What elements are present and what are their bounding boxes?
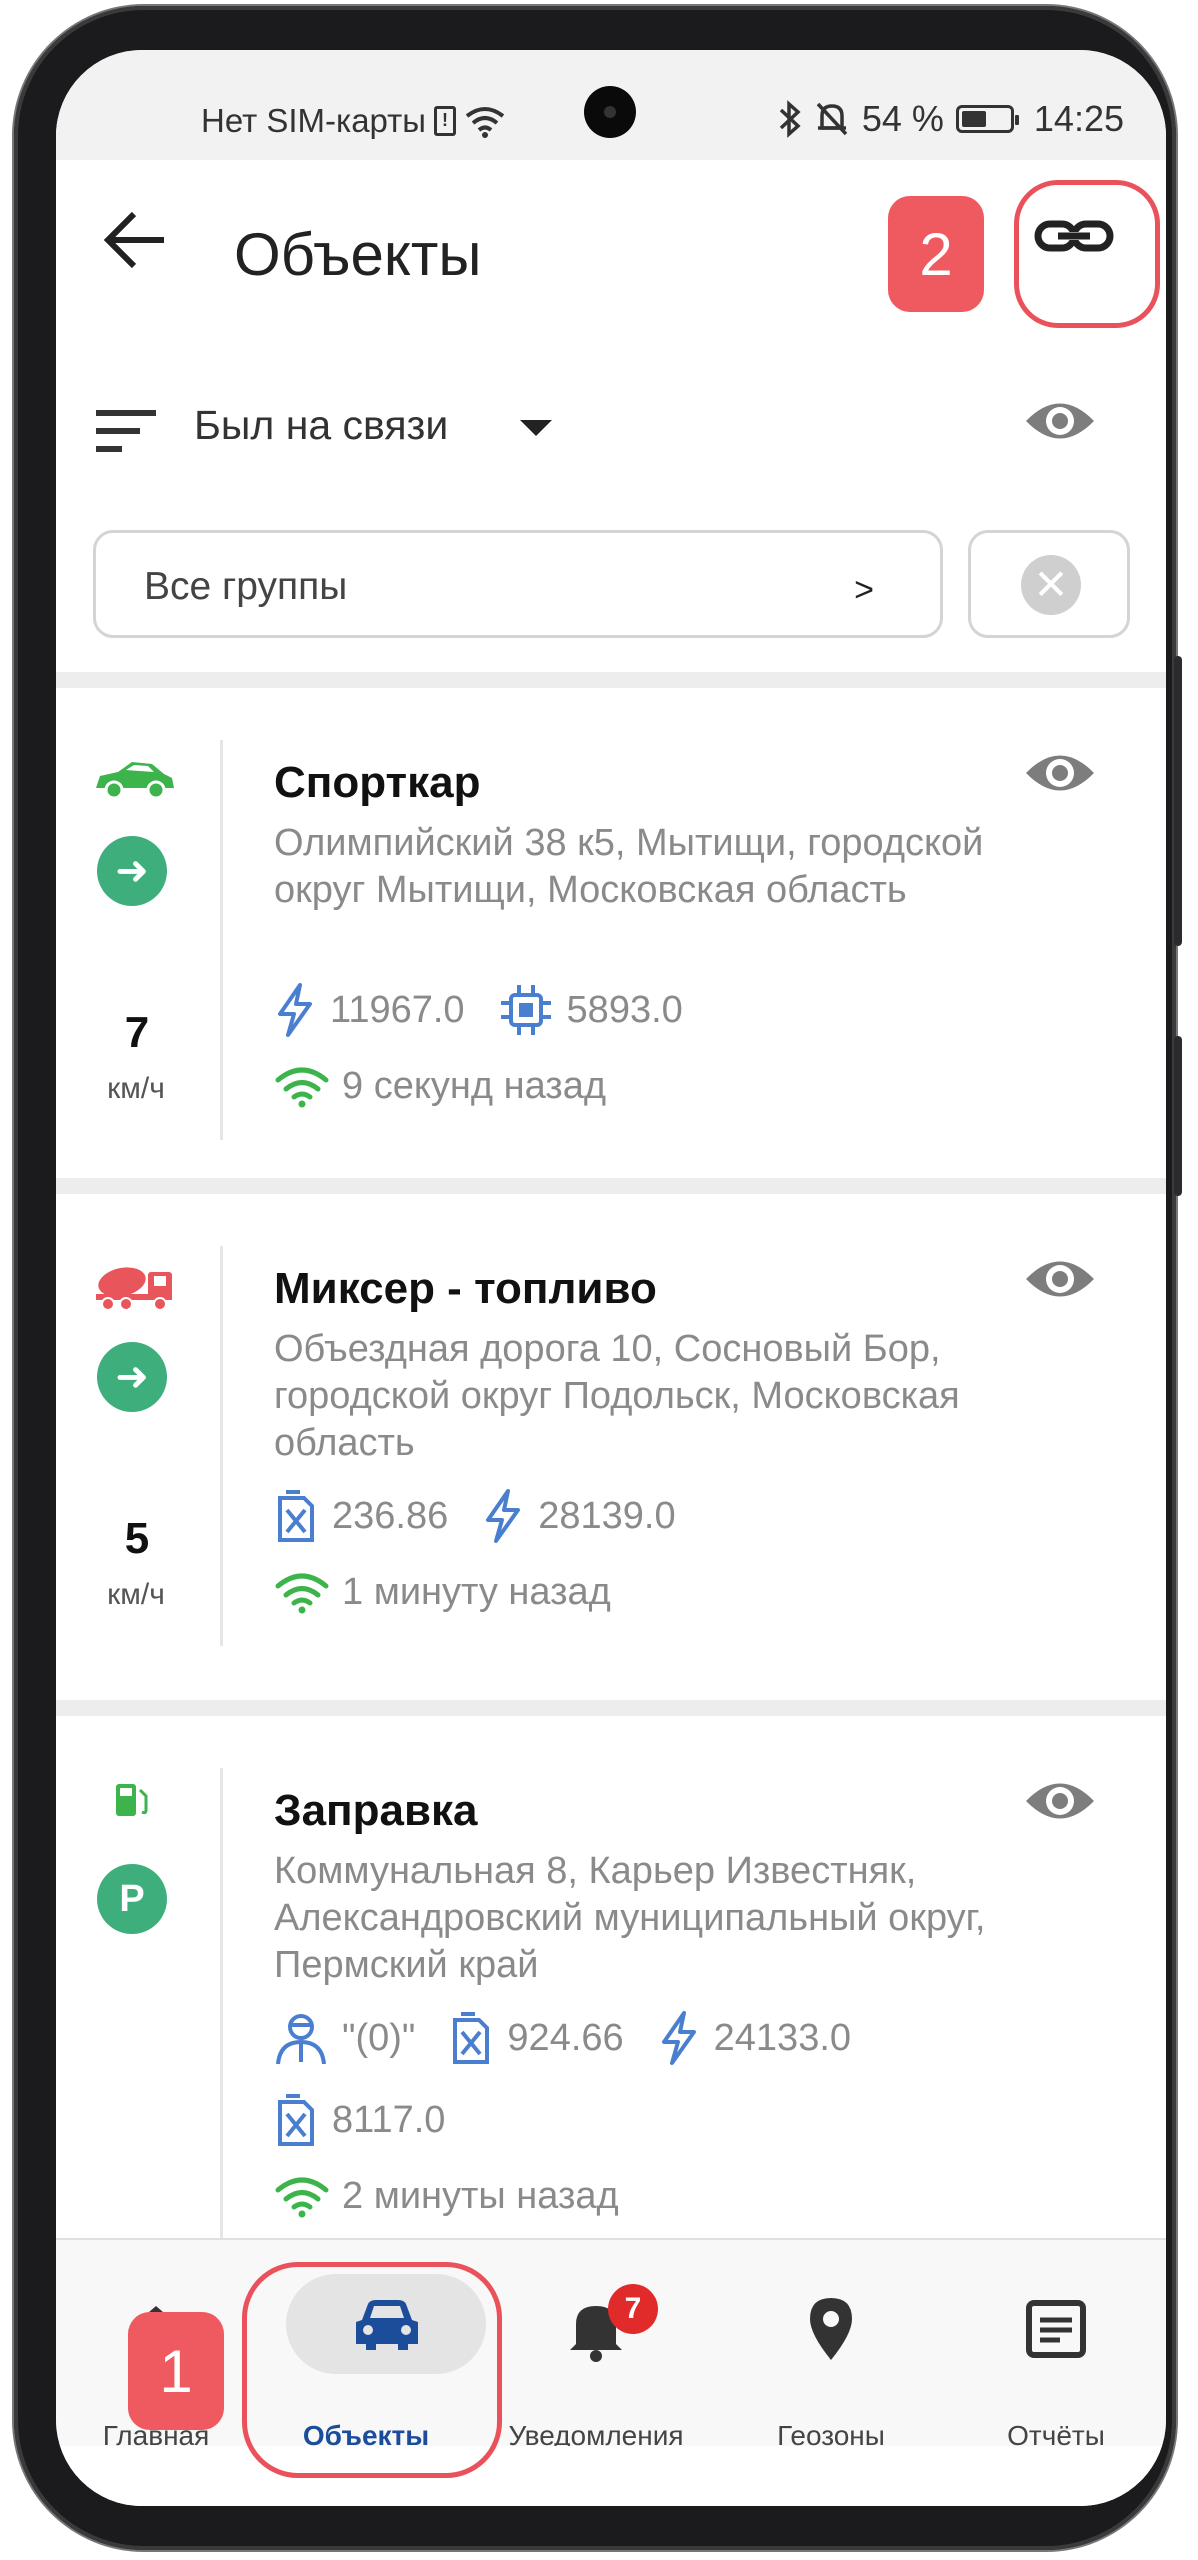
fuel-station-icon — [116, 1784, 148, 1816]
sensor-value: 24133.0 — [713, 2016, 852, 2059]
sensor-value: 28139.0 — [538, 1494, 676, 1537]
filter-row: Был на связи — [56, 390, 1166, 470]
object-address: Объездная дорога 10, Сосновый Бор, город… — [274, 1328, 960, 1464]
battery-percent: 54 % — [861, 98, 944, 139]
last-seen-text: 9 секунд назад — [342, 1064, 607, 1107]
app-header: Объекты 2 — [56, 160, 1166, 320]
front-camera — [584, 86, 636, 138]
last-seen-text: 2 минуты назад — [342, 2174, 619, 2217]
fuel-canister-icon — [278, 1490, 314, 1542]
battery-icon — [955, 105, 1019, 133]
driver-icon — [276, 2014, 326, 2065]
map-pin-icon — [810, 2298, 852, 2360]
bluetooth-icon — [779, 100, 801, 138]
sensor-value: 11967.0 — [330, 988, 465, 1031]
eye-icon[interactable] — [1024, 1254, 1096, 1304]
sensor-row: 8117.0 — [274, 2092, 465, 2148]
clear-filter-button[interactable]: ✕ — [968, 530, 1130, 638]
card-separator — [220, 1246, 223, 1646]
mixer-truck-icon — [96, 1267, 172, 1311]
last-seen-row: 2 минуты назад — [274, 2174, 619, 2218]
power-button — [1174, 1036, 1182, 1196]
highlight-objects-tab — [242, 2262, 502, 2478]
wifi-signal-icon — [275, 2177, 329, 2218]
fuel-canister-icon — [278, 2094, 314, 2146]
status-moving-icon: ➜ — [97, 836, 167, 906]
status-right: 54 % 14:25 — [778, 98, 1124, 140]
sensor-row: "(0)" 924.66 24133.0 — [274, 2010, 871, 2066]
sensor-value: 236.86 — [332, 1494, 449, 1537]
notification-count-badge: 7 — [608, 2284, 658, 2334]
last-seen-text: 1 минуту назад — [342, 1570, 611, 1613]
voltage-icon — [486, 1489, 521, 1543]
sensor-value: 8117.0 — [332, 2098, 446, 2141]
speed-unit: км/ч — [107, 1072, 165, 1105]
status-parked-icon: P — [97, 1864, 167, 1934]
wifi-icon — [465, 107, 505, 138]
phone-frame: Нет SIM-карты ! 54 % 14:25 Объекты Был н… — [14, 6, 1182, 2550]
eye-icon[interactable] — [1024, 748, 1096, 798]
sensor-row: 236.86 28139.0 — [274, 1488, 696, 1544]
fuel-canister-icon — [453, 2012, 490, 2064]
chip-icon — [500, 985, 551, 1035]
sort-icon[interactable] — [96, 410, 158, 452]
wifi-signal-icon — [275, 1573, 329, 1614]
arrow-left-icon[interactable] — [96, 200, 176, 280]
object-address: Коммунальная 8, Карьер Известняк, Алекса… — [274, 1850, 986, 1986]
clear-icon: ✕ — [1021, 555, 1081, 615]
sensor-row: 11967.0 5893.0 — [274, 982, 703, 1038]
sensor-value: "(0)" — [342, 2016, 416, 2059]
callout-badge-2: 2 — [888, 196, 984, 312]
speed-value: 5 — [124, 1514, 150, 1563]
gesture-bar — [56, 2446, 1166, 2506]
carrier-text: Нет SIM-карты — [201, 102, 427, 139]
eye-icon[interactable] — [1024, 1776, 1096, 1826]
group-selector-label: Все группы — [144, 565, 348, 608]
object-name: Заправка — [274, 1786, 478, 1835]
status-bar: Нет SIM-карты ! 54 % 14:25 — [56, 50, 1166, 160]
card-separator — [220, 1768, 223, 2248]
status-moving-icon: ➜ — [97, 1342, 167, 1412]
voltage-icon — [661, 2011, 696, 2065]
eye-icon[interactable] — [1024, 396, 1096, 446]
speed-unit: км/ч — [107, 1578, 165, 1611]
divider — [56, 1178, 1166, 1194]
sort-dropdown[interactable]: Был на связи — [194, 402, 448, 449]
card-separator — [220, 740, 223, 1140]
screen: Нет SIM-карты ! 54 % 14:25 Объекты Был н… — [56, 50, 1166, 2506]
object-card[interactable]: ➜ 7 км/ч Спорткар Олимпийский 38 к5, Мыт… — [56, 688, 1166, 1178]
callout-badge-1: 1 — [128, 2312, 224, 2430]
last-seen-row: 9 секунд назад — [274, 1064, 606, 1108]
wifi-signal-icon — [275, 1067, 329, 1108]
divider — [56, 1700, 1166, 1716]
page-title: Объекты — [234, 221, 482, 288]
voltage-icon — [278, 983, 312, 1037]
last-seen-row: 1 минуту назад — [274, 1570, 611, 1614]
divider — [56, 672, 1166, 688]
bell-muted-icon — [816, 102, 848, 136]
clock: 14:25 — [1033, 98, 1124, 139]
object-card[interactable]: P Заправка Коммунальная 8, Карьер Извест… — [56, 1716, 1166, 2256]
sensor-value: 924.66 — [507, 2016, 624, 2059]
report-icon — [1026, 2300, 1086, 2358]
chevron-right-icon: > — [854, 571, 874, 609]
sensor-value: 5893.0 — [566, 988, 683, 1031]
object-address: Олимпийский 38 к5, Мытищи, городской окр… — [274, 822, 984, 911]
speed-value: 7 — [124, 1008, 150, 1057]
sim-icon: ! — [434, 106, 457, 136]
object-name: Миксер - топливо — [274, 1264, 657, 1313]
highlight-link-button — [1014, 180, 1160, 328]
object-name: Спорткар — [274, 758, 481, 807]
dropdown-arrow-icon[interactable] — [520, 420, 552, 436]
object-card[interactable]: ➜ 5 км/ч Миксер - топливо Объездная доро… — [56, 1194, 1166, 1700]
group-selector[interactable]: Все группы > — [93, 530, 943, 638]
volume-button — [1174, 656, 1182, 946]
sportscar-icon — [96, 762, 174, 800]
status-left: Нет SIM-карты ! — [201, 102, 506, 140]
